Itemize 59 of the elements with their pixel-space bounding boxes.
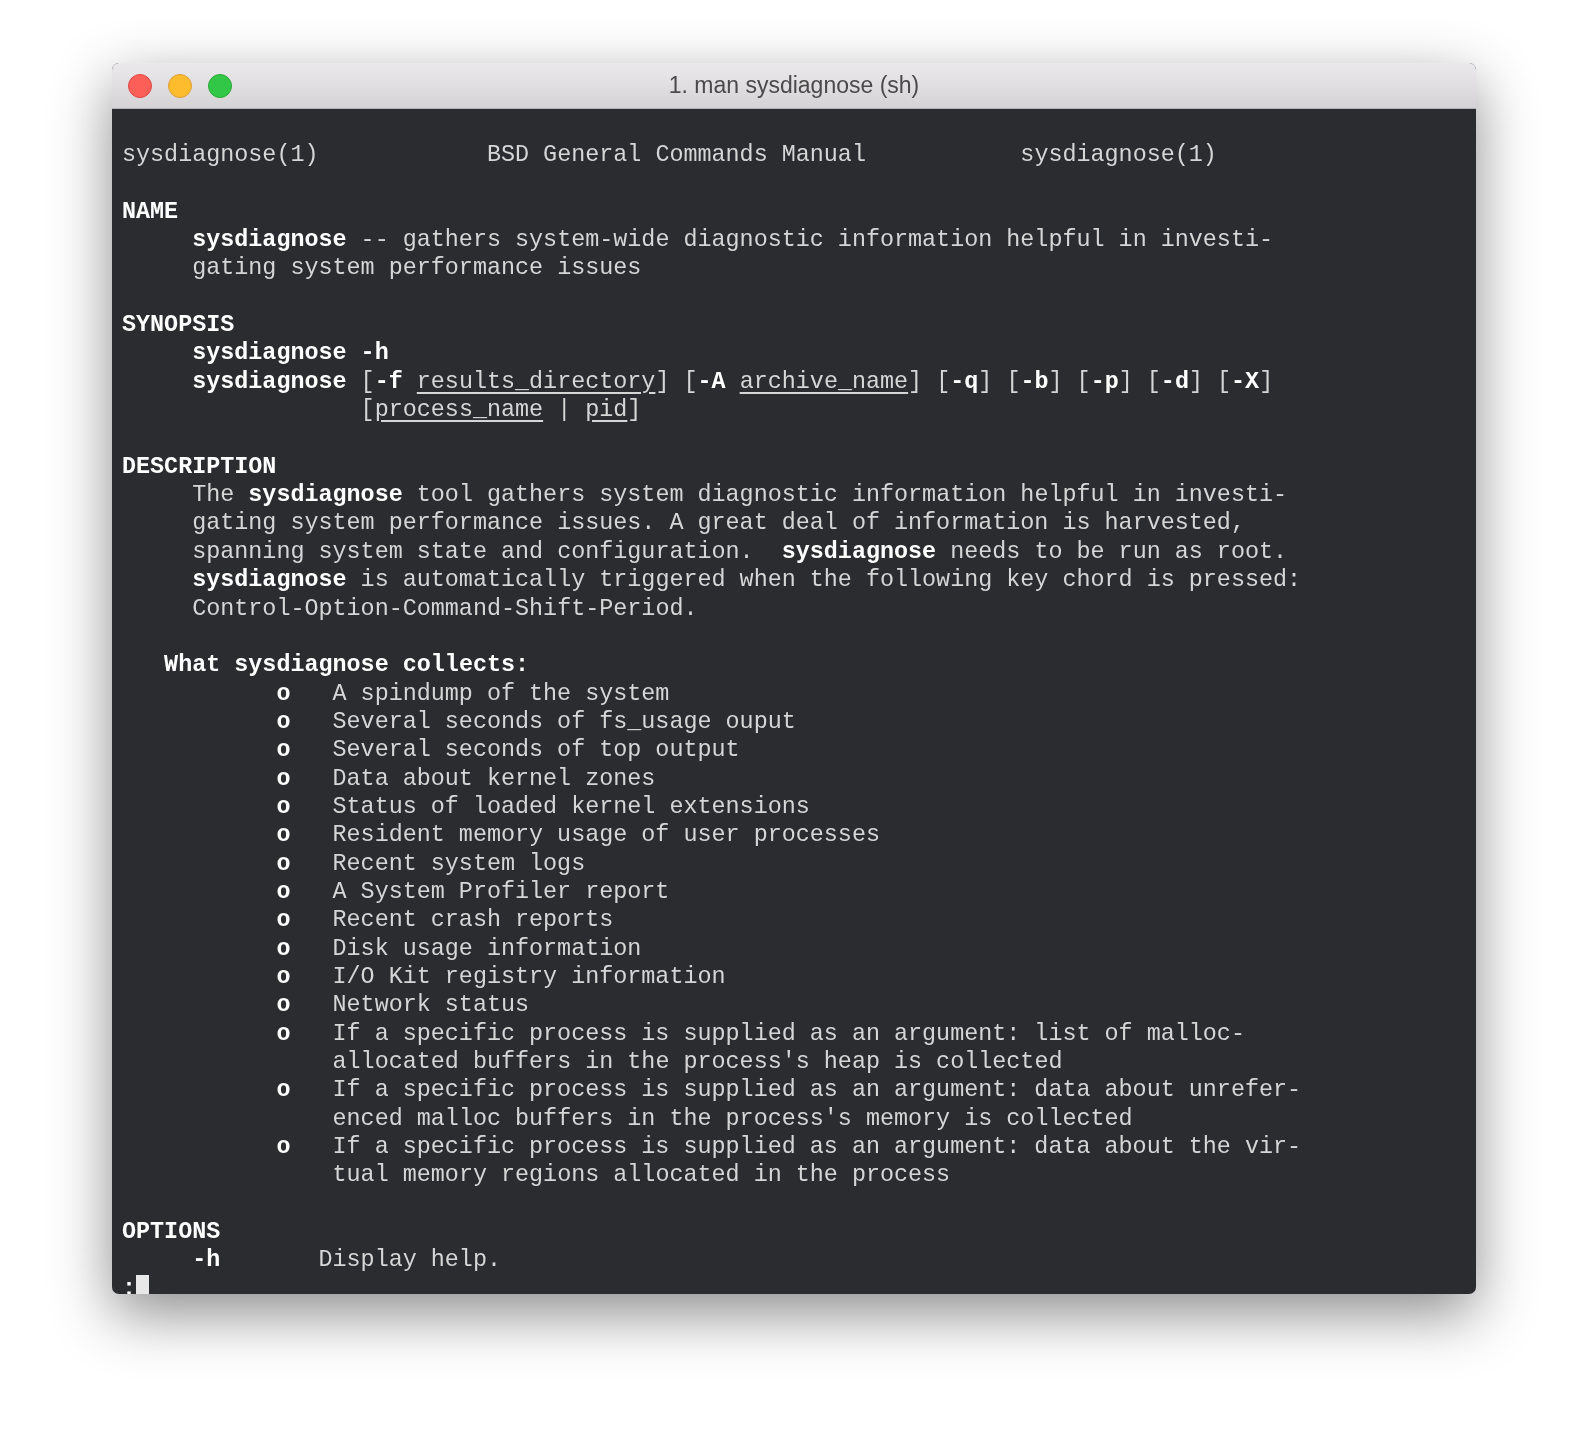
- zoom-button[interactable]: [208, 73, 232, 98]
- list-item-text: Several seconds of fs_usage ouput: [332, 707, 796, 737]
- manual-title: BSD General Commands Manual: [486, 141, 867, 170]
- option-description: Display help.: [318, 1246, 501, 1275]
- bullet: o: [276, 1019, 291, 1048]
- list-item-text: Network status: [332, 991, 530, 1020]
- bullet: o: [276, 736, 291, 765]
- bullet: o: [276, 792, 291, 822]
- list-item-text: Recent crash reports: [332, 906, 614, 935]
- bullet: o: [276, 1076, 291, 1105]
- bullet: o: [276, 877, 291, 907]
- bullet: o: [276, 991, 291, 1020]
- bullet: o: [276, 821, 291, 850]
- text-line: sysdiagnose -- gathers system-wide diagnostic information helpful in investi-: [192, 226, 1273, 255]
- list-item-text: Several seconds of top output: [332, 736, 740, 765]
- section-heading: OPTIONS: [122, 1218, 221, 1247]
- section-heading: SYNOPSIS: [122, 311, 235, 340]
- bullet: o: [276, 764, 291, 793]
- text-line: spanning system state and configuration. sysdiagnose needs to be run as root.: [192, 537, 1288, 567]
- text-line: gating system performance issues. A great deal of information is harvested,: [192, 509, 1245, 538]
- list-item-text: allocated buffers in the process's heap is collected: [332, 1048, 1063, 1077]
- text-line: sysdiagnose [-f results_directory] [-A archive_name] [-q] [-b] [-p] [-d] [-X]: [192, 367, 1274, 397]
- list-item-text: Status of loaded kernel extensions: [332, 792, 810, 822]
- bullet: o: [276, 707, 291, 737]
- list-item-text: If a specific process is supplied as an argument: list of malloc-: [332, 1019, 1245, 1048]
- text-line: sysdiagnose is automatically triggered when the following key chord is pressed:: [192, 566, 1302, 595]
- page-header-text: sysdiagnose(1): [122, 141, 320, 170]
- list-item-text: Recent system logs: [332, 849, 586, 878]
- close-button[interactable]: [128, 73, 152, 98]
- page-header-text: sysdiagnose(1): [1020, 141, 1217, 170]
- list-item-text: A System Profiler report: [332, 877, 670, 907]
- bullet: o: [276, 849, 291, 878]
- list-item-text: If a specific process is supplied as an argument: data about unrefer-: [332, 1076, 1302, 1105]
- bullet: o: [276, 906, 291, 935]
- window-title: 1. man sysdiagnose (sh): [668, 71, 920, 101]
- bullet: o: [276, 934, 291, 963]
- bullet: o: [276, 962, 291, 992]
- text-line: gating system performance issues: [192, 254, 642, 283]
- text-line: Control-Option-Command-Shift-Period.: [192, 594, 698, 623]
- text-line: [process_name | pid]: [360, 396, 642, 425]
- bullet: o: [276, 1133, 291, 1162]
- option-name: -h: [192, 1246, 221, 1275]
- list-item-text: enced malloc buffers in the process's memory is collected: [332, 1104, 1133, 1134]
- subsection-heading: What sysdiagnose collects:: [164, 651, 530, 680]
- minimize-button[interactable]: [168, 73, 192, 98]
- bullet: o: [276, 679, 291, 708]
- list-item-text: Resident memory usage of user processes: [332, 821, 880, 850]
- list-item-text: tual memory regions allocated in the process: [332, 1161, 951, 1190]
- list-item-text: I/O Kit registry information: [332, 962, 726, 992]
- cursor: [136, 1275, 150, 1294]
- pager-prompt: :: [122, 1274, 137, 1294]
- list-item-text: Data about kernel zones: [332, 764, 656, 793]
- section-heading: DESCRIPTION: [122, 452, 277, 482]
- list-item-text: If a specific process is supplied as an argument: data about the vir-: [332, 1133, 1302, 1162]
- list-item-text: Disk usage information: [332, 934, 642, 963]
- text-line: The sysdiagnose tool gathers system diagnostic information helpful in investi-: [192, 481, 1288, 510]
- list-item-text: A spindump of the system: [332, 679, 670, 708]
- text-line: sysdiagnose -h: [192, 339, 389, 368]
- section-heading: NAME: [122, 197, 179, 227]
